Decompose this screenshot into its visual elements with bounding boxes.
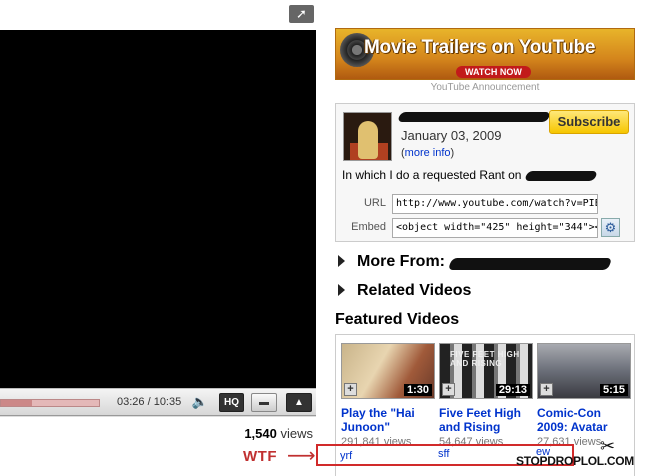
add-icon[interactable]: + [442,383,455,396]
avatar-figure [358,121,378,159]
volume-icon[interactable]: 🔈 [189,393,211,412]
embed-field[interactable]: <object width="425" height="344"><param [392,218,598,238]
player-controls: 03:26 / 10:35 🔈 HQ ▬ ▲ [0,388,316,416]
progress-bar[interactable] [0,399,100,407]
progress-fill [1,400,33,406]
related-videos-section[interactable]: Related Videos [335,282,471,300]
video-duration: 1:30 [403,384,432,396]
video-player: ➚ 03:26 / 10:35 🔈 HQ ▬ ▲ [0,0,316,416]
featured-video[interactable]: + 1:30 Play the "Hai Junoon" 291,841 vie… [341,343,435,448]
watch-now-button[interactable]: WATCH NOW [456,66,531,78]
subscribe-button[interactable]: Subscribe [549,110,629,134]
featured-video[interactable]: FIVE FEET HIGH AND RISING + 29:13 Five F… [439,343,533,448]
featured-video[interactable]: + 5:15 Comic-Con 2009: Avatar 27,631 vie… [537,343,631,448]
more-from-label: More From: [357,253,445,270]
video-info-box: January 03, 2009 (more info) Subscribe I… [335,103,635,242]
expand-arrow-icon [338,255,345,267]
add-icon[interactable]: + [344,383,357,396]
uploader-avatar[interactable] [343,112,392,161]
redacted-text [524,171,598,181]
more-from-section[interactable]: More From: [335,253,445,271]
featured-videos-heading: Featured Videos [335,311,460,328]
more-info: (more info) [401,147,455,159]
redacted-channel [447,258,613,270]
view-count-number: 1,540 [244,426,277,441]
video-duration: 29:13 [495,384,530,396]
divider [0,416,316,417]
site-logo-text: STOPDROPLOL.COM [516,454,634,468]
video-screen[interactable] [0,30,316,388]
view-count-suffix: views [280,426,313,441]
url-label: URL [363,197,386,209]
widescreen-icon[interactable]: ▬ [251,393,277,412]
upload-date: January 03, 2009 [401,128,502,143]
video-description: In which I do a requested Rant on [342,168,522,182]
fullscreen-icon[interactable]: ▲ [286,393,312,412]
video-title-link[interactable]: Play the "Hai Junoon" [341,406,435,434]
redacted-username [397,112,551,122]
video-thumbnail[interactable]: + 5:15 [537,343,631,399]
announcement-label: YouTube Announcement [430,82,540,93]
banner-title: Movie Trailers on YouTube [364,37,596,58]
wtf-annotation: WTF [243,448,277,465]
arrow-icon: ⟶ [287,445,316,467]
video-title-link[interactable]: Five Feet High and Rising [439,406,533,434]
thumbnail-text: FIVE FEET HIGH AND RISING [450,350,520,368]
related-videos-label: Related Videos [357,282,472,299]
movie-trailers-banner[interactable]: Movie Trailers on YouTube WATCH NOW [335,28,635,80]
hq-button[interactable]: HQ [219,393,244,412]
expand-arrow-icon [338,284,345,296]
video-title-link[interactable]: Comic-Con 2009: Avatar [537,406,631,434]
more-info-link[interactable]: more info [405,147,451,159]
video-thumbnail[interactable]: + 1:30 [341,343,435,399]
embed-label: Embed [351,221,386,233]
stick-figure-icon: ✂ [600,436,616,456]
time-display: 03:26 / 10:35 [117,396,182,408]
video-thumbnail[interactable]: FIVE FEET HIGH AND RISING + 29:13 [439,343,533,399]
view-count: 1,540 views [244,426,313,441]
add-icon[interactable]: + [540,383,553,396]
video-duration: 5:15 [599,384,628,396]
url-field[interactable]: http://www.youtube.com/watch?v=PIEbH2iv [392,194,598,214]
popout-arrow-icon[interactable]: ➚ [289,5,314,23]
gear-icon[interactable]: ⚙ [601,218,620,237]
